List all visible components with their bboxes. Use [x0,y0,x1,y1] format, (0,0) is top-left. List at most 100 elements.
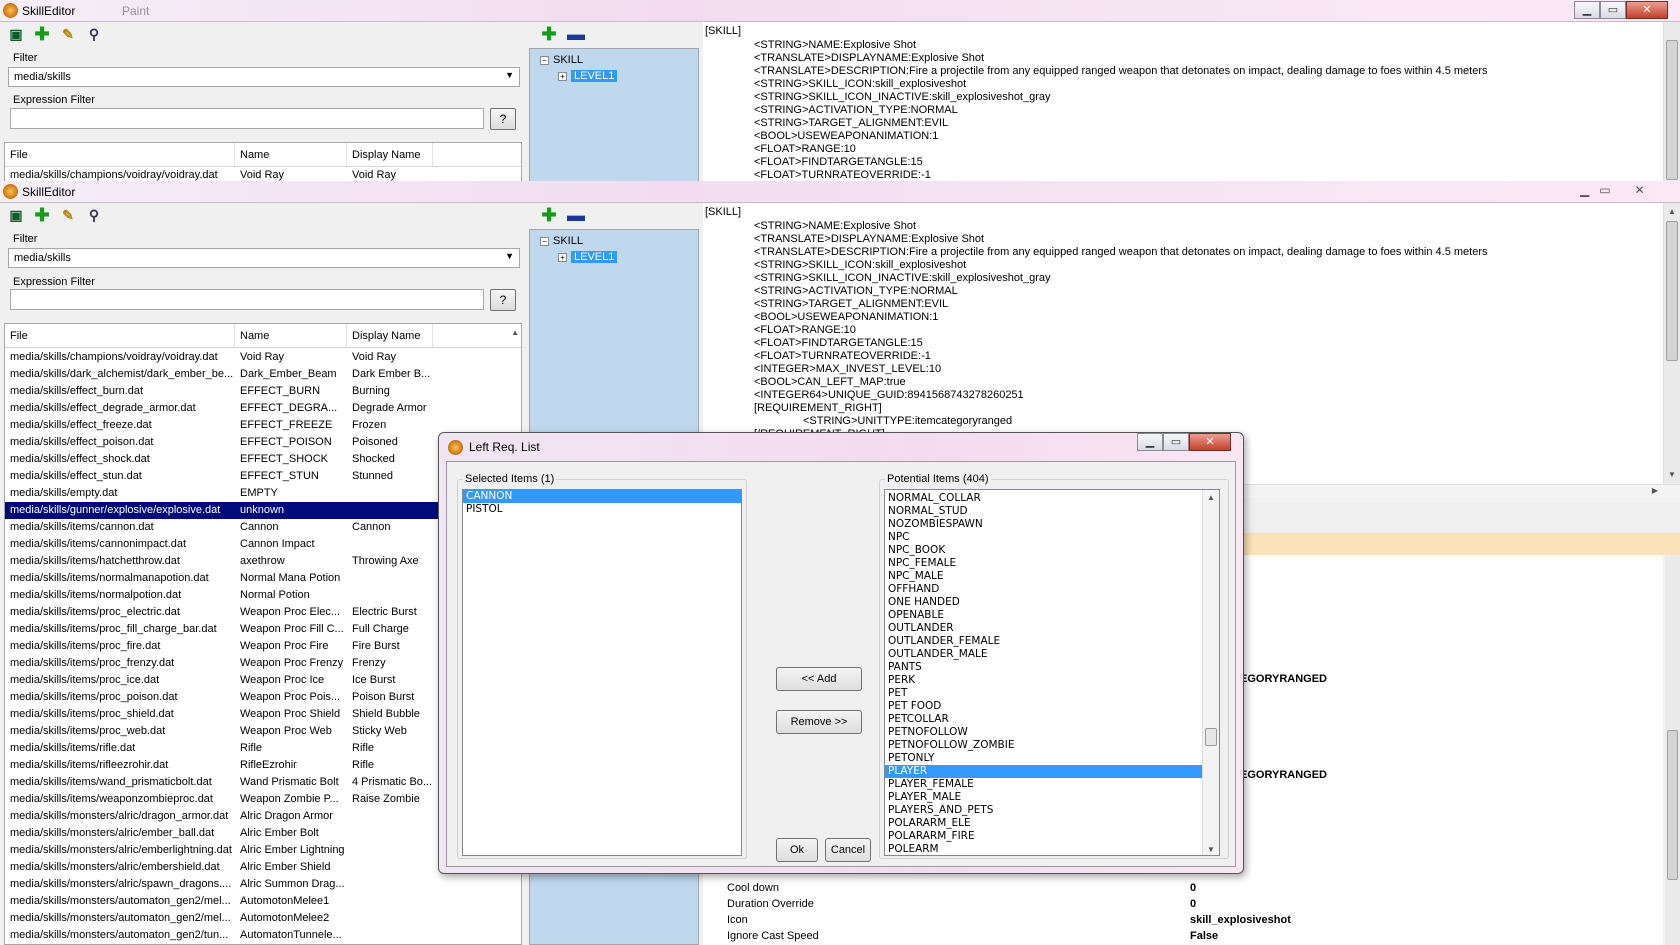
list-item[interactable]: PLAYER [885,765,1203,778]
remove-icon[interactable]: ▬ [567,25,585,43]
list-item[interactable]: ONE HANDED [885,596,1203,609]
list-item[interactable]: OUTLANDER_MALE [885,648,1203,661]
column-name[interactable]: Name [235,143,347,166]
back-expression-help-button[interactable]: ? [490,108,516,130]
edit-icon[interactable]: ✎ [60,26,76,42]
list-item[interactable]: POLARARM_FIRE [885,830,1203,843]
scroll-up-icon[interactable]: ▲ [1207,493,1215,502]
cancel-button[interactable]: Cancel [825,838,871,862]
add-button[interactable]: << Add [776,667,862,691]
close-button[interactable]: ✕ [1189,433,1231,451]
add-icon[interactable]: ✚ [34,206,50,224]
table-row[interactable]: media/skills/monsters/automaton_gen2/mel… [5,910,521,927]
list-item[interactable]: OUTLANDER_FEMALE [885,635,1203,648]
add-icon[interactable]: ✚ [541,206,557,224]
scroll-thumb[interactable] [1667,730,1678,880]
edit-icon[interactable]: ✎ [60,207,76,223]
list-item[interactable]: CANNON [463,490,741,503]
list-item[interactable]: PETNOFOLLOW [885,726,1203,739]
list-item[interactable]: OUTLANDER [885,622,1203,635]
list-item[interactable]: NPC_FEMALE [885,557,1203,570]
filter-combo[interactable]: media/skills ▼ [8,248,520,268]
potential-items-list[interactable]: NORMAL_COLLAR NORMAL_STUD NOZOMBIESPAWN NPC… [884,489,1220,856]
list-item[interactable]: NOZOMBIESPAWN [885,518,1203,531]
collapse-icon[interactable]: − [540,55,549,65]
table-row[interactable]: media/skills/dark_alchemist/dark_ember_b… [5,366,521,383]
table-row[interactable]: media/skills/effect_degrade_armor.dat EFF… [5,400,521,417]
list-item[interactable]: PETNOFOLLOW_ZOMBIE [885,739,1203,752]
list-item[interactable]: OFFHAND [885,583,1203,596]
column-display-name[interactable]: Display Name [347,143,433,166]
maximize-button[interactable]: ▭ [1600,1,1626,19]
table-row[interactable]: media/skills/monsters/alric/spawn_dragon… [5,876,521,893]
list-item[interactable]: NPC_MALE [885,570,1203,583]
back-skill-text[interactable]: [SKILL] <STRING>NAME:Explosive Shot <TRA… [703,22,1680,182]
add-icon[interactable]: ✚ [541,25,557,43]
table-row[interactable]: media/skills/monsters/automaton_gen2/mel… [5,893,521,910]
potential-scrollbar[interactable]: ▲ ▼ [1202,490,1219,855]
maximize-button[interactable]: ▭ [1599,183,1610,197]
tree-node-level1[interactable]: + LEVEL1 [558,70,618,82]
list-item[interactable]: OPENABLE [885,609,1203,622]
add-icon[interactable]: ✚ [34,25,50,43]
property-scrollbar[interactable] [1665,555,1680,945]
remove-icon[interactable]: ▬ [567,206,585,224]
list-item[interactable]: PANTS [885,661,1203,674]
maximize-button[interactable]: ▭ [1163,433,1189,451]
list-item[interactable]: NORMAL_STUD [885,505,1203,518]
list-item[interactable]: PET [885,687,1203,700]
property-row[interactable]: Ignore Cast Speed False [727,928,1657,944]
tree-node-skill[interactable]: − SKILL [540,54,583,66]
property-row[interactable]: Cool down 0 [727,880,1657,896]
column-display-name[interactable]: Display Name [347,324,433,347]
scroll-up-icon[interactable]: ▲ [511,328,519,337]
expression-filter-input[interactable] [10,289,484,310]
scroll-down-icon[interactable]: ▼ [1207,845,1215,854]
scroll-down-icon[interactable]: ▼ [1668,470,1676,479]
table-row[interactable]: media/skills/monsters/automaton_gen2/tun… [5,927,521,944]
list-item[interactable]: PLAYER_MALE [885,791,1203,804]
save-icon[interactable]: ▣ [8,26,24,42]
list-item[interactable]: PLAYER_FEMALE [885,778,1203,791]
list-item[interactable]: NPC_BOOK [885,544,1203,557]
scroll-thumb[interactable] [1666,40,1678,180]
list-item[interactable]: PETCOLLAR [885,713,1203,726]
scroll-up-icon[interactable]: ▲ [1668,207,1676,216]
search-icon[interactable]: ⚲ [86,26,102,42]
selected-items-list[interactable]: CANNON PISTOL [462,489,742,856]
expression-help-button[interactable]: ? [490,289,516,311]
close-button[interactable]: ✕ [1635,183,1645,197]
minimize-button[interactable]: ▁ [1574,1,1600,19]
column-file[interactable]: File [5,324,235,347]
remove-button[interactable]: Remove >> [776,710,862,734]
expand-icon[interactable]: + [558,252,567,262]
scroll-thumb[interactable] [1666,221,1678,361]
property-row[interactable]: Icon skill_explosiveshot [727,912,1657,928]
back-text-scrollbar[interactable] [1663,22,1680,182]
property-row[interactable]: Duration Override 0 [727,896,1657,912]
collapse-icon[interactable]: − [540,236,549,246]
back-filter-combo[interactable]: media/skills ▼ [8,67,520,87]
list-item[interactable]: PISTOL [463,503,741,516]
minimize-button[interactable]: ▁ [1137,433,1163,451]
list-item[interactable]: PET FOOD [885,700,1203,713]
scroll-thumb[interactable] [1205,728,1217,746]
scroll-right-icon[interactable]: ▶ [1652,486,1658,495]
table-row[interactable]: media/skills/champions/voidray/voidray.d… [5,349,521,366]
list-item[interactable]: PLAYERS_AND_PETS [885,804,1203,817]
back-expression-filter-input[interactable] [10,108,484,129]
table-row[interactable]: media/skills/champions/voidray/voidray.d… [5,167,521,181]
list-item[interactable]: NPC [885,531,1203,544]
close-button[interactable]: ✕ [1626,1,1668,19]
tree-node-level1[interactable]: + LEVEL1 [558,251,618,263]
tree-node-skill[interactable]: − SKILL [540,235,583,247]
list-item[interactable]: PETONLY [885,752,1203,765]
table-row[interactable]: media/skills/effect_burn.dat EFFECT_BURN B… [5,383,521,400]
list-item[interactable]: NORMAL_COLLAR [885,492,1203,505]
list-item[interactable]: POLEARM [885,843,1203,855]
list-item[interactable]: POLARARM_ELE [885,817,1203,830]
search-icon[interactable]: ⚲ [86,207,102,223]
ok-button[interactable]: Ok [776,838,818,862]
column-file[interactable]: File [5,143,235,166]
minimize-button[interactable]: ▁ [1580,183,1589,197]
